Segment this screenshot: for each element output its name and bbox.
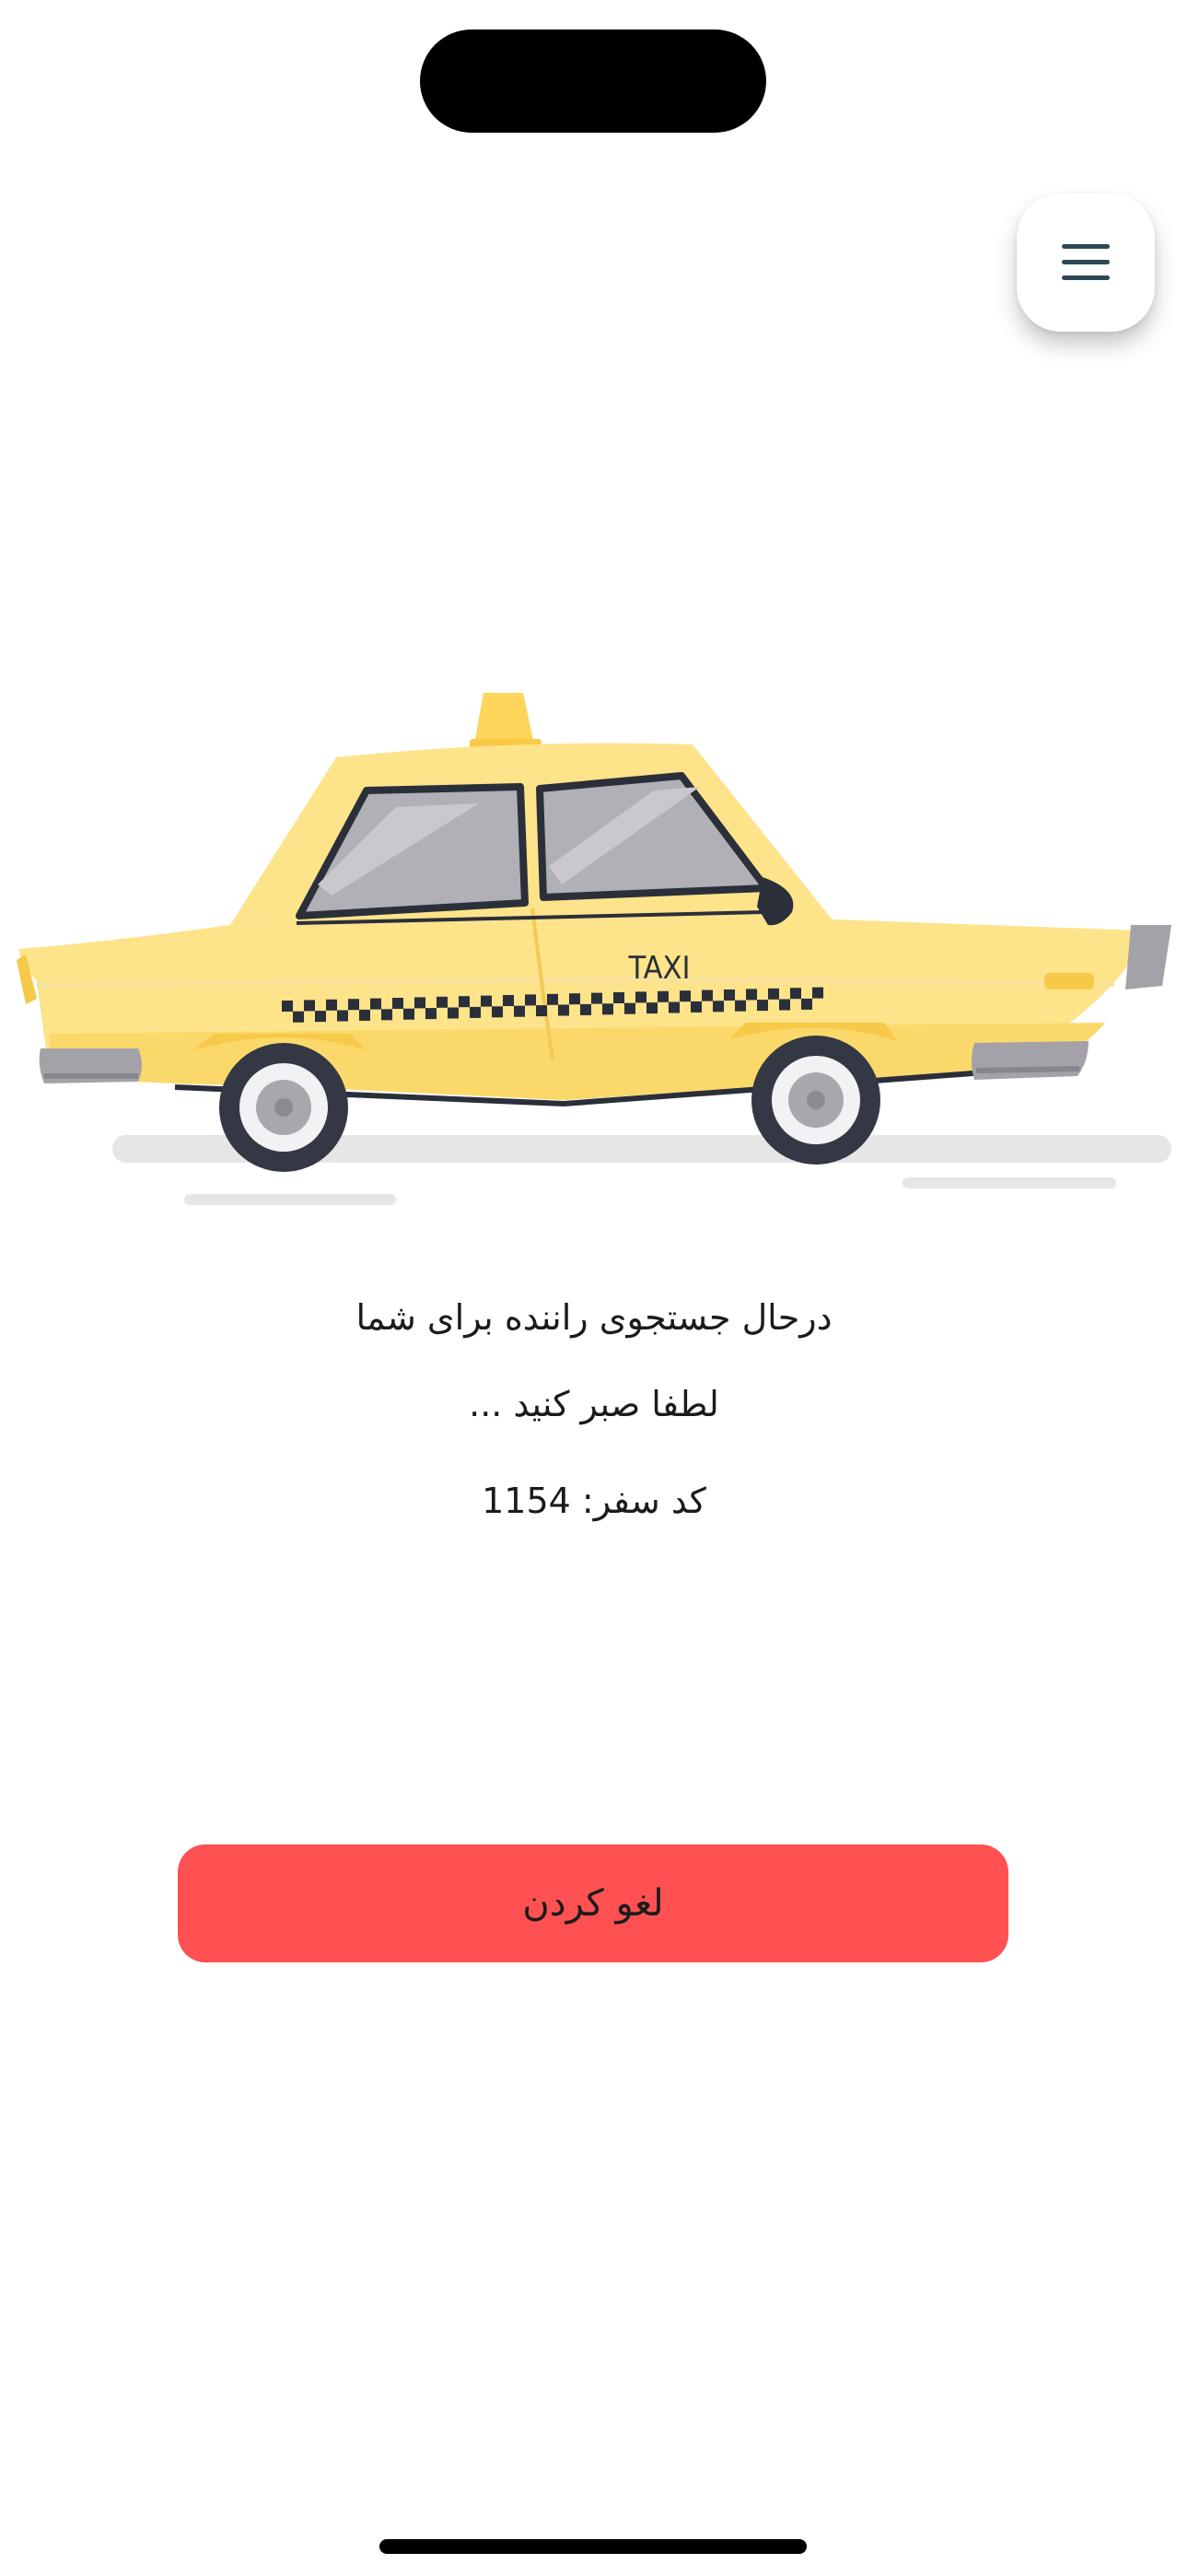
trip-code-text: کد سفر: 1154 [482,1481,706,1521]
checker-square [326,999,337,1011]
side-indicator [1044,973,1094,989]
checker-square [691,1001,702,1013]
checker-square [613,992,624,1003]
headlight [1125,925,1171,989]
checker-square [459,996,470,1008]
checker-square [315,1011,326,1023]
checker-square [481,995,492,1007]
checker-square [403,1008,414,1020]
checker-square [569,993,580,1005]
checker-square [282,1001,293,1012]
checker-square [580,1003,591,1015]
checker-square [746,989,757,1001]
checker-square [536,1005,547,1017]
home-indicator[interactable] [379,2539,807,2554]
checker-square [414,997,425,1009]
checker-square [425,1008,437,1020]
checker-square [348,999,359,1011]
checker-square [768,988,779,1000]
checker-square [680,990,691,1002]
checker-square [635,991,646,1003]
please-wait-text: لطفا صبر کنید ... [469,1384,719,1424]
checker-square [503,995,514,1006]
checker-square [790,988,801,1000]
checker-square [624,1002,635,1014]
cancel-button[interactable]: لغو کردن [178,1844,1008,1962]
checker-square [669,1001,680,1013]
checker-square [702,989,713,1001]
taxi-illustration: TAXI [17,693,1171,1205]
checker-square [558,1004,569,1016]
checker-square [337,1010,348,1022]
checker-square [492,1006,503,1018]
checker-square [381,1009,392,1021]
cancel-button-label: لغو کردن [522,1882,664,1925]
checker-square [779,999,790,1011]
checker-square [392,998,403,1009]
checker-square [470,1006,481,1018]
checker-square [735,1000,746,1012]
checker-square [514,1005,525,1017]
checker-square [547,993,558,1005]
checker-square [591,992,602,1004]
checker-square [757,1000,768,1012]
menu-button[interactable] [1017,193,1155,332]
ground-shadow-small-right [903,1177,1116,1188]
taxi-sign-text: TAXI [628,950,691,987]
checker-square [437,996,448,1008]
checker-square [602,1003,613,1015]
checker-square [525,994,536,1006]
checker-square [812,987,823,999]
checker-square [293,1011,304,1023]
ground-shadow-small-left [184,1194,396,1205]
checker-square [370,998,381,1010]
roof-light [474,693,534,744]
hamburger-menu-icon [1062,244,1110,280]
front-bumper [972,1041,1089,1080]
checker-square [801,998,812,1010]
checker-square [724,989,735,1001]
searching-driver-text: درحال جستجوی راننده برای شما [355,1297,833,1338]
checker-square [359,1009,370,1021]
checker-square [448,1007,459,1019]
checker-square [646,1002,658,1014]
checker-square [304,1000,315,1012]
checker-square [713,1001,724,1013]
dynamic-island [420,29,766,133]
checker-square [658,990,669,1002]
